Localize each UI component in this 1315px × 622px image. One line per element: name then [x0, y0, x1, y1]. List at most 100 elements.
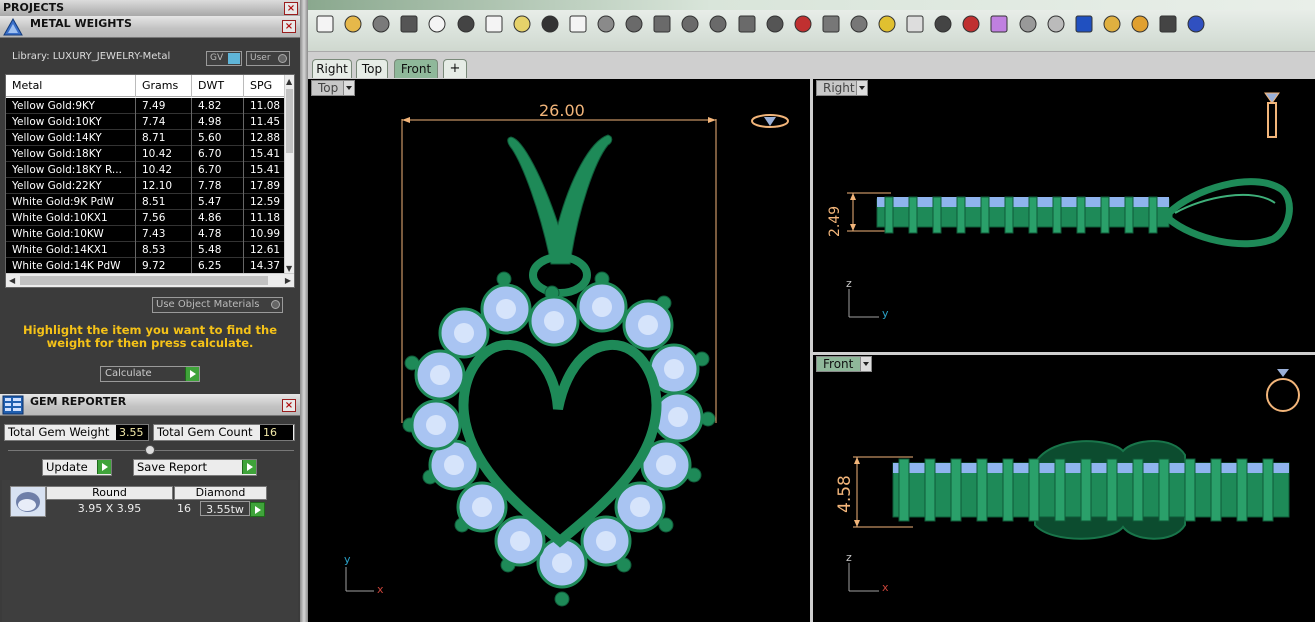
scroll-thumb[interactable] — [286, 89, 293, 153]
help-icon[interactable] — [1185, 11, 1207, 35]
table-horizontal-scrollbar[interactable]: ◀ ▶ — [6, 273, 294, 287]
front-view-navigator-icon[interactable] — [1263, 365, 1303, 415]
metal-dwt: 4.98 — [192, 114, 244, 130]
top-view-navigator-icon[interactable] — [750, 111, 790, 131]
zoom-extents-icon[interactable] — [679, 11, 701, 35]
prong-post — [1028, 458, 1040, 522]
prong-post — [1158, 458, 1170, 522]
diamond-table — [454, 323, 474, 343]
table-row[interactable]: Yellow Gold:18KY R... 10.42 6.70 15.41 — [6, 162, 286, 178]
close-gem-reporter-button[interactable]: × — [282, 399, 296, 412]
timer-icon[interactable] — [848, 11, 870, 35]
right-viewport[interactable]: Right 2.49 z y — [813, 79, 1315, 352]
gv-toggle[interactable]: GV — [206, 51, 242, 66]
save-report-label: Save Report — [137, 460, 208, 474]
table-row[interactable]: Yellow Gold:14KY 8.71 5.60 12.88 — [6, 130, 286, 146]
column-header-spg[interactable]: SPG — [244, 75, 286, 97]
diamond-table — [430, 365, 450, 385]
gem-select-play-icon[interactable] — [250, 502, 265, 517]
copy-icon[interactable] — [483, 11, 505, 35]
plane-icon[interactable] — [820, 11, 842, 35]
sphere-icon[interactable] — [1073, 11, 1095, 35]
update-label: Update — [46, 460, 88, 474]
render-icon[interactable] — [1045, 11, 1067, 35]
zoom-in-icon[interactable] — [623, 11, 645, 35]
dimension-icon[interactable] — [1157, 11, 1179, 35]
add-tab-button[interactable]: + — [443, 59, 467, 78]
metal-dwt: 5.60 — [192, 130, 244, 146]
cut-icon[interactable] — [455, 11, 477, 35]
user-radio — [278, 54, 287, 63]
column-header-metal[interactable]: Metal — [6, 75, 136, 97]
undo-icon[interactable] — [539, 11, 561, 35]
table-row[interactable]: Yellow Gold:10KY 7.74 4.98 11.45 — [6, 114, 286, 130]
zoom-target-icon[interactable] — [707, 11, 729, 35]
scroll-right-icon[interactable]: ▶ — [285, 276, 291, 285]
pan-hand-icon[interactable] — [567, 11, 589, 35]
main-toolbar — [308, 0, 1315, 52]
material-icon[interactable] — [960, 11, 982, 35]
table-row[interactable]: Yellow Gold:22KY 12.10 7.78 17.89 — [6, 178, 286, 194]
left-panel: PROJECTS × METAL WEIGHTS × Library: LUXU… — [0, 0, 300, 622]
table-row[interactable]: White Gold:10KW 7.43 4.78 10.99 — [6, 226, 286, 242]
open-icon[interactable] — [342, 11, 364, 35]
zoom-window-icon[interactable] — [651, 11, 673, 35]
tab-top[interactable]: Top — [356, 59, 388, 78]
column-header-dwt[interactable]: DWT — [192, 75, 244, 97]
top-viewport[interactable]: Top 26.00 y x — [308, 79, 810, 622]
print-icon[interactable] — [398, 11, 420, 35]
new-icon[interactable] — [314, 11, 336, 35]
update-button[interactable]: Update — [42, 459, 112, 476]
gem-reporter-header: GEM REPORTER × — [0, 394, 300, 416]
table-row[interactable]: White Gold:9K PdW 8.51 5.47 12.59 — [6, 194, 286, 210]
table-row[interactable]: Yellow Gold:18KY 10.42 6.70 15.41 — [6, 146, 286, 162]
top-axis-x-label: x — [377, 583, 384, 596]
shade-icon[interactable] — [1017, 11, 1039, 35]
save-icon[interactable] — [370, 11, 392, 35]
user-toggle[interactable]: User — [246, 51, 290, 66]
metal-name: White Gold:14K PdW — [6, 258, 136, 274]
table-header: Metal Grams DWT SPG — [6, 75, 286, 97]
metal-spg: 12.59 — [244, 194, 286, 210]
scroll-down-icon[interactable]: ▼ — [286, 264, 292, 273]
divider-handle[interactable] — [145, 445, 155, 455]
spotlight-icon[interactable] — [1101, 11, 1123, 35]
calculate-button[interactable]: Calculate — [100, 366, 200, 382]
projects-header[interactable]: PROJECTS — [0, 0, 300, 16]
horizontal-scroll-thumb[interactable] — [20, 276, 268, 285]
metal-weights-table: Metal Grams DWT SPG Yellow Gold:9KY 7.49 4… — [5, 74, 295, 288]
scroll-up-icon[interactable]: ▲ — [286, 77, 292, 86]
table-row[interactable]: White Gold:10KX1 7.56 4.86 11.18 — [6, 210, 286, 226]
panel-splitter[interactable] — [300, 0, 308, 622]
light-icon[interactable] — [904, 11, 926, 35]
rotate-view-icon[interactable] — [736, 11, 758, 35]
column-header-grams[interactable]: Grams — [136, 75, 192, 97]
user-label: User — [250, 53, 271, 63]
color-wheel-icon[interactable] — [988, 11, 1010, 35]
front-viewport[interactable]: Front 4.58 z x — [813, 355, 1315, 622]
car-icon[interactable] — [792, 11, 814, 35]
lock-icon[interactable] — [932, 11, 954, 35]
table-row[interactable]: White Gold:14KX1 8.53 5.48 12.61 — [6, 242, 286, 258]
table-row[interactable]: White Gold:14K PdW 9.72 6.25 14.37 — [6, 258, 286, 274]
table-vertical-scrollbar[interactable]: ▲ ▼ — [284, 75, 294, 275]
close-metal-weights-button[interactable]: × — [282, 20, 296, 33]
save-report-button[interactable]: Save Report — [133, 459, 257, 476]
paste-icon[interactable] — [511, 11, 533, 35]
prong-post — [898, 458, 910, 522]
tab-front[interactable]: Front — [394, 59, 438, 78]
table-row[interactable]: Yellow Gold:9KY 7.49 4.82 11.08 — [6, 98, 286, 114]
four-view-icon[interactable] — [764, 11, 786, 35]
snap-icon[interactable] — [876, 11, 898, 35]
gem-reporter-title: GEM REPORTER — [30, 395, 127, 408]
diamond-table — [472, 497, 492, 517]
scroll-left-icon[interactable]: ◀ — [9, 276, 15, 285]
tab-right[interactable]: Right — [312, 59, 352, 78]
settings-gear-icon[interactable] — [1129, 11, 1151, 35]
export-icon[interactable] — [426, 11, 448, 35]
move-icon[interactable] — [595, 11, 617, 35]
right-view-navigator-icon[interactable] — [1259, 89, 1285, 141]
close-projects-button[interactable]: × — [284, 2, 298, 15]
diamond-table — [630, 497, 650, 517]
use-object-materials-toggle[interactable]: Use Object Materials — [152, 297, 283, 313]
